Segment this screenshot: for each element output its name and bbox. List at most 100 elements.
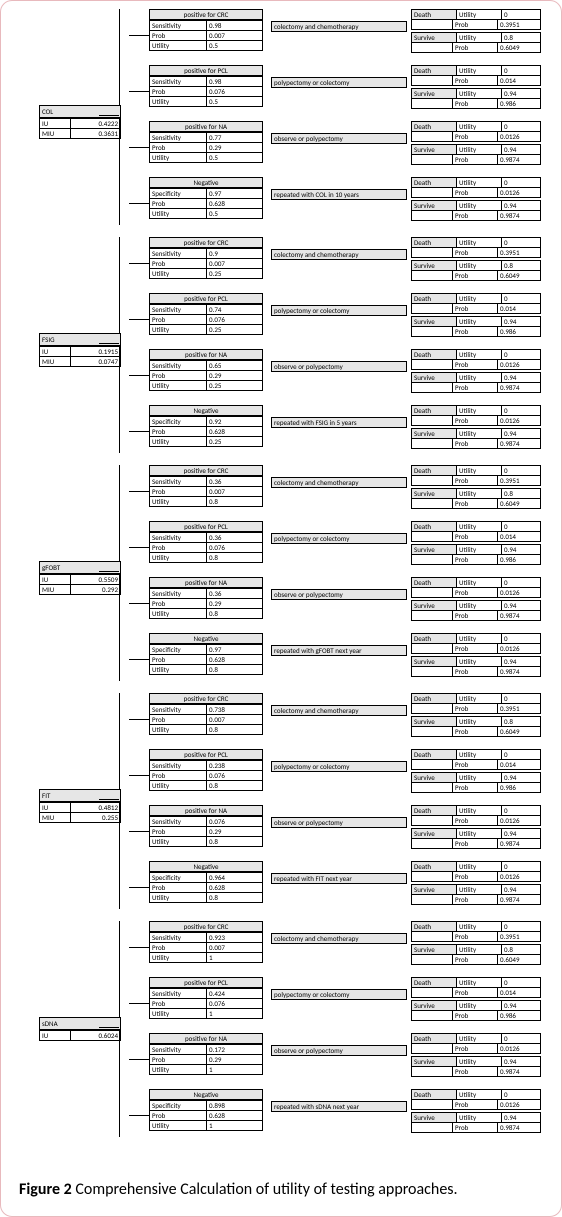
- condition-header: positive for NA: [150, 350, 262, 360]
- condition-row: Specificity0.97: [150, 644, 262, 654]
- condition-value: 0.98: [207, 21, 262, 30]
- condition-box: NegativeSpecificity0.898Prob0.628Utility…: [149, 1089, 263, 1131]
- outcome-utility-value: 0: [502, 10, 540, 19]
- root-metric-row: IU0.6024: [40, 1030, 120, 1040]
- condition-value: 0.25: [207, 381, 262, 390]
- outcome-group: DeathUtility0Prob0.3951SurviveUtility0.8…: [411, 693, 541, 739]
- outcome-prob-row: Prob0.0126: [412, 359, 540, 369]
- outcome-utility-value: 0.8: [502, 945, 540, 954]
- condition-row: Utility0.8: [150, 892, 262, 902]
- condition-key: Prob: [150, 259, 207, 268]
- outcome-box: SurviveUtility0.94Prob0.986: [411, 88, 541, 109]
- outcome-prob-key: Prob: [453, 20, 498, 29]
- outcome-prob-key: Prob: [453, 1044, 498, 1053]
- condition-row: Utility0.5: [150, 96, 262, 106]
- outcome-header-row: DeathUtility0: [412, 238, 540, 247]
- outcome-group: DeathUtility0Prob0.3951SurviveUtility0.8…: [411, 9, 541, 55]
- condition-key: Prob: [150, 371, 207, 380]
- outcome-group: DeathUtility0Prob0.3951SurviveUtility0.8…: [411, 237, 541, 283]
- outcome-header-row: SurviveUtility0.94: [412, 1057, 540, 1066]
- outcome-prob-value: 0.0126: [498, 416, 540, 425]
- outcome-box: SurviveUtility0.94Prob0.986: [411, 772, 541, 793]
- condition-key: Sensitivity: [150, 133, 207, 142]
- outcome-header-row: SurviveUtility0.8: [412, 489, 540, 498]
- outcome-utility-key: Utility: [457, 601, 502, 610]
- outcome-prob-row: Prob0.3951: [412, 247, 540, 257]
- outcome-label: Survive: [412, 261, 457, 270]
- outcome-spacer: [412, 360, 453, 369]
- condition-row: Sensitivity0.98: [150, 20, 262, 30]
- outcome-box: SurviveUtility0.94Prob0.986: [411, 544, 541, 565]
- outcome-header-row: SurviveUtility0.94: [412, 145, 540, 154]
- outcome-prob-value: 0.6049: [498, 43, 540, 52]
- condition-value: 0.628: [207, 1111, 262, 1120]
- outcome-box: DeathUtility0Prob0.3951: [411, 237, 541, 258]
- outcome-spacer: [412, 327, 453, 336]
- outcome-prob-row: Prob0.986: [412, 1010, 540, 1020]
- condition-row: Sensitivity0.738: [150, 704, 262, 714]
- test-name: gFOBT: [40, 562, 120, 574]
- outcome-utility-value: 0.94: [502, 601, 540, 610]
- outcome-utility-value: 0.94: [502, 545, 540, 554]
- condition-value: 0.238: [207, 761, 262, 770]
- condition-header: positive for NA: [150, 806, 262, 816]
- outcome-label: Death: [412, 1090, 457, 1099]
- condition-row: Prob0.076: [150, 998, 262, 1008]
- figure-page: COLIU0.4222MIU0.3631positive for CRCSens…: [0, 0, 562, 1217]
- outcome-spacer: [412, 872, 453, 881]
- condition-value: 0.007: [207, 715, 262, 724]
- outcome-utility-key: Utility: [457, 922, 502, 931]
- condition-row: Sensitivity0.923: [150, 932, 262, 942]
- outcome-box: DeathUtility0Prob0.3951: [411, 9, 541, 30]
- condition-row: Sensitivity0.172: [150, 1044, 262, 1054]
- root-metric-key: MIU: [40, 357, 71, 366]
- condition-key: Utility: [150, 725, 207, 734]
- branch: NegativeSpecificity0.92Prob0.628Utility0…: [149, 405, 553, 459]
- outcome-label: Death: [412, 238, 457, 247]
- condition-header: Negative: [150, 634, 262, 644]
- condition-box: positive for PCLSensitivity0.74Prob0.076…: [149, 293, 263, 335]
- outcome-prob-row: Prob0.9874: [412, 838, 540, 848]
- outcome-utility-value: 0: [502, 406, 540, 415]
- condition-row: Prob0.007: [150, 486, 262, 496]
- condition-value: 0.076: [207, 315, 262, 324]
- outcome-prob-key: Prob: [453, 132, 498, 141]
- condition-key: Utility: [150, 665, 207, 674]
- action-label: repeated with FSIG in 5 years: [271, 417, 407, 428]
- condition-value: 0.8: [207, 837, 262, 846]
- condition-value: 0.29: [207, 371, 262, 380]
- outcome-prob-key: Prob: [453, 1067, 498, 1076]
- condition-value: 0.77: [207, 133, 262, 142]
- outcome-box: SurviveUtility0.8Prob0.6049: [411, 32, 541, 53]
- condition-row: Prob0.007: [150, 942, 262, 952]
- outcome-prob-row: Prob0.0126: [412, 415, 540, 425]
- outcome-utility-value: 0: [502, 922, 540, 931]
- outcome-group: DeathUtility0Prob0.0126SurviveUtility0.9…: [411, 1033, 541, 1079]
- condition-key: Sensitivity: [150, 1045, 207, 1054]
- outcome-prob-key: Prob: [453, 895, 498, 904]
- outcome-box: SurviveUtility0.94Prob0.9874: [411, 828, 541, 849]
- condition-row: Utility0.8: [150, 664, 262, 674]
- outcome-utility-value: 0: [502, 350, 540, 359]
- outcome-utility-key: Utility: [457, 122, 502, 131]
- outcome-label: Death: [412, 10, 457, 19]
- condition-value: 0.628: [207, 883, 262, 892]
- outcome-prob-key: Prob: [453, 644, 498, 653]
- action-label: observe or polypectomy: [271, 817, 407, 828]
- test-block: COLIU0.4222MIU0.3631positive for CRCSens…: [9, 9, 553, 231]
- condition-header: Negative: [150, 178, 262, 188]
- branch: positive for PCLSensitivity0.98Prob0.076…: [149, 65, 553, 119]
- test-name: sDNA: [40, 1018, 120, 1030]
- root-metric-row: MIU0.3631: [40, 128, 120, 138]
- outcome-box: DeathUtility0Prob0.0126: [411, 861, 541, 882]
- condition-row: Utility0.25: [150, 324, 262, 334]
- test-root-box: COLIU0.4222MIU0.3631: [39, 105, 121, 139]
- outcome-spacer: [412, 439, 453, 448]
- root-metric-value: 0.4222: [71, 119, 120, 128]
- condition-row: Utility1: [150, 1120, 262, 1130]
- condition-value: 0.25: [207, 269, 262, 278]
- root-metric-row: MIU0.292: [40, 584, 120, 594]
- outcome-header-row: DeathUtility0: [412, 978, 540, 987]
- outcome-prob-key: Prob: [453, 360, 498, 369]
- root-metric-row: IU0.4812: [40, 802, 120, 812]
